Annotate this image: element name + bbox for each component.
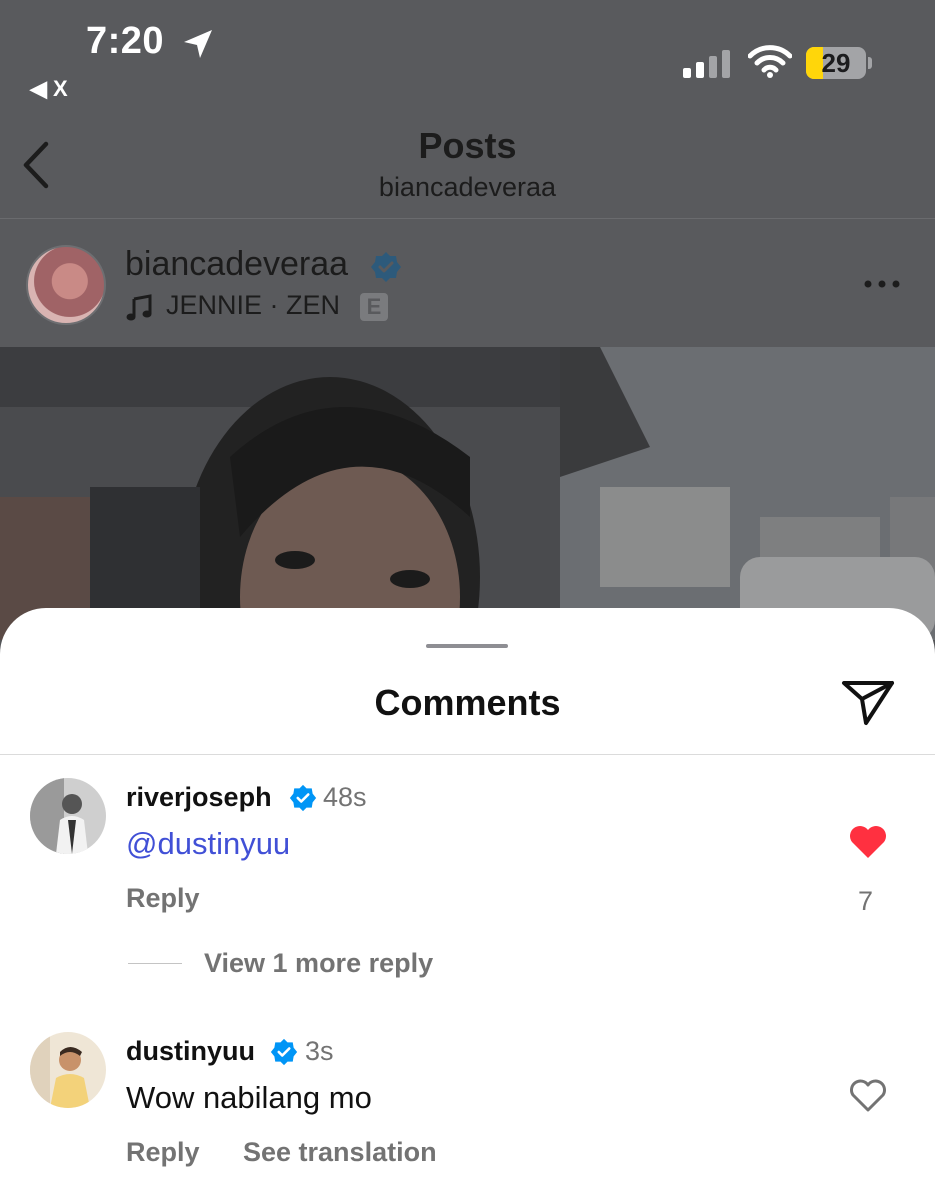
verified-badge-icon xyxy=(371,252,401,282)
like-count: 7 xyxy=(858,886,874,916)
verified-badge-icon xyxy=(289,784,317,812)
avatar-photo xyxy=(30,1032,106,1108)
avatar-photo xyxy=(30,778,106,854)
wifi-icon xyxy=(748,45,792,78)
view-replies-button[interactable]: View 1 more reply xyxy=(204,948,433,979)
author-username[interactable]: biancadeveraa xyxy=(125,245,348,284)
commenter-avatar[interactable] xyxy=(30,1032,106,1108)
commenter-avatar[interactable] xyxy=(30,778,106,854)
comment-username[interactable]: dustinyuu xyxy=(126,1036,255,1067)
page-title: Posts xyxy=(418,125,517,166)
post-photo xyxy=(0,347,935,640)
comments-title: Comments xyxy=(374,682,561,723)
comment-text: Wow nabilang mo xyxy=(126,1080,372,1115)
post-image xyxy=(0,347,935,640)
explicit-badge: E xyxy=(360,293,388,321)
author-avatar[interactable] xyxy=(26,245,106,325)
heart-filled-icon[interactable] xyxy=(848,824,888,860)
battery-level: 29 xyxy=(821,48,851,78)
sheet-divider xyxy=(0,754,935,755)
page-subtitle: biancadeveraa xyxy=(378,172,557,202)
heart-outline-icon[interactable] xyxy=(848,1078,888,1114)
see-translation-button[interactable]: See translation xyxy=(243,1137,437,1168)
music-track[interactable]: JENNIE · ZEN xyxy=(166,290,340,321)
comment-mention[interactable]: @dustinyuu xyxy=(126,826,290,862)
battery-tip xyxy=(868,57,872,69)
status-time: 7:20 xyxy=(86,20,165,62)
header-divider xyxy=(0,218,935,219)
battery-indicator: 29 xyxy=(806,47,866,79)
location-arrow-icon xyxy=(184,30,212,58)
music-note-icon xyxy=(126,294,152,321)
reply-button[interactable]: Reply xyxy=(126,1137,200,1168)
more-horizontal-icon[interactable] xyxy=(862,280,902,288)
verified-badge-icon xyxy=(270,1038,298,1066)
comment-username[interactable]: riverjoseph xyxy=(126,782,272,813)
paper-plane-icon[interactable] xyxy=(840,673,896,729)
cellular-signal-icon xyxy=(683,50,730,78)
back-to-app-link[interactable]: ◀ X xyxy=(30,76,68,102)
sheet-drag-handle[interactable] xyxy=(426,644,508,648)
comment-timestamp: 48s xyxy=(323,782,367,812)
comment-timestamp: 3s xyxy=(305,1036,334,1066)
replies-line xyxy=(128,963,182,964)
reply-button[interactable]: Reply xyxy=(126,883,200,914)
